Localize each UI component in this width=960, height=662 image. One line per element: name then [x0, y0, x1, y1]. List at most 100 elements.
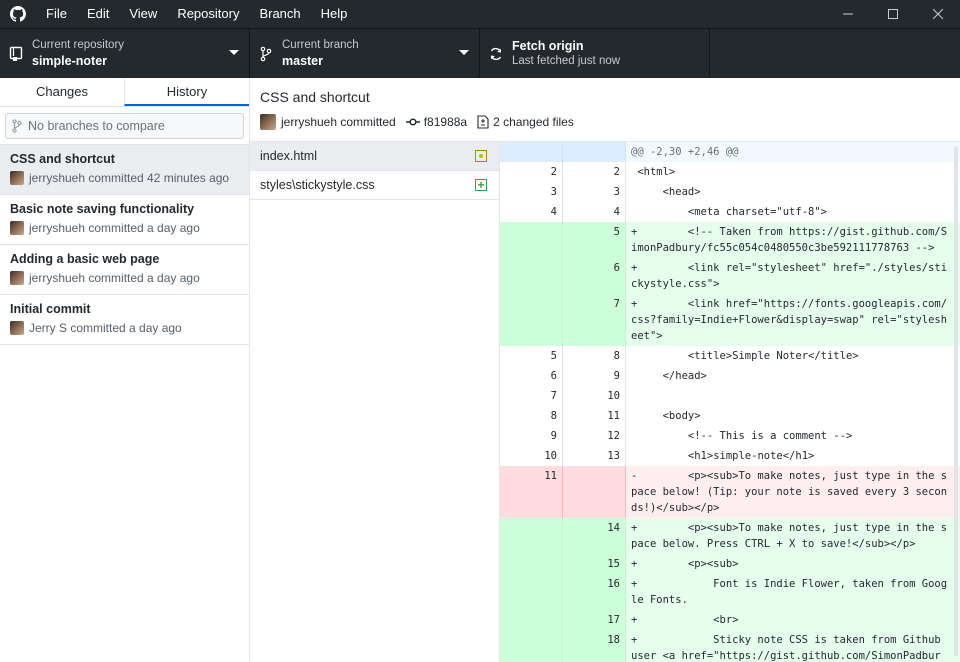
avatar [10, 321, 24, 335]
diff-line[interactable]: 58 <title>Simple Noter</title> [500, 346, 960, 366]
commit-summary: CSS and shortcut jerryshueh committed f8… [250, 78, 960, 142]
diff-line[interactable]: 44 <meta charset="utf-8"> [500, 202, 960, 222]
diff-code: + Font is Indie Flower, taken from Googl… [631, 578, 948, 606]
current-repository-button[interactable]: Current repository simple-noter [0, 29, 250, 78]
toolbar: Current repository simple-noter Current … [0, 28, 960, 78]
commit-item-author-time: jerryshueh committed a day ago [29, 271, 200, 285]
diff-code: + <p><sub>To make notes, just type in th… [631, 522, 948, 550]
new-line-number: 17 [563, 610, 626, 630]
file-item[interactable]: index.html [250, 142, 499, 171]
new-line-number [563, 142, 626, 162]
diff-line[interactable]: @@ -2,30 +2,46 @@ [500, 142, 960, 162]
avatar [10, 271, 24, 285]
diff-line[interactable]: 9 12 <!-- This is a comment --> [500, 426, 960, 446]
commit-sha[interactable]: f81988a [405, 115, 467, 129]
old-line-number [500, 610, 563, 630]
commit-title: CSS and shortcut [260, 89, 370, 105]
fetch-label: Fetch origin [512, 39, 584, 53]
repo-name: simple-noter [32, 54, 108, 68]
menu-item-branch[interactable]: Branch [249, 0, 310, 28]
commit-item-title: CSS and shortcut [10, 152, 115, 166]
menu-item-file[interactable]: File [36, 0, 77, 28]
commit-list-item[interactable]: Basic note saving functionality jerryshue… [0, 195, 249, 245]
diff-code: <!-- This is a comment --> [631, 430, 853, 442]
diff-code: <meta charset="utf-8"> [631, 206, 827, 218]
diff-line[interactable]: 33 <head> [500, 182, 960, 202]
commit-list-item[interactable]: Adding a basic web page jerryshueh commit… [0, 245, 249, 295]
diff-scrollbar[interactable] [954, 146, 958, 656]
diff-line[interactable]: 17 + <br> [500, 610, 960, 630]
old-line-number [500, 518, 563, 554]
diff-code: + <p><sub> [631, 558, 739, 570]
diff-line[interactable]: 22 <html> [500, 162, 960, 182]
menu-item-repository[interactable]: Repository [167, 0, 249, 28]
diff-code: @@ -2,30 +2,46 @@ [631, 146, 739, 158]
diff-code: + <link href="https://fonts.googleapis.c… [631, 298, 948, 342]
diff-line[interactable]: 7 + <link href="https://fonts.googleapis.… [500, 294, 960, 346]
diff-line[interactable]: 11 - <p><sub>To make notes, just type in … [500, 466, 960, 518]
commit-item-author-time: jerryshueh committed 42 minutes ago [29, 171, 230, 185]
changed-files-count: 2 changed files [477, 115, 574, 129]
diff-code: + Sticky note CSS is taken from Github u… [631, 634, 941, 662]
new-line-number: 16 [563, 574, 626, 610]
sync-icon [480, 47, 512, 61]
compare-placeholder: No branches to compare [28, 119, 165, 133]
file-item[interactable]: styles\stickystyle.css + [250, 171, 499, 200]
menu-item-view[interactable]: View [119, 0, 167, 28]
diff-line[interactable]: 15 + <p><sub> [500, 554, 960, 574]
new-line-number: 18 [563, 630, 626, 662]
diff-code: <h1>simple-note</h1> [631, 450, 815, 462]
avatar [260, 114, 276, 130]
commit-item-meta: jerryshueh committed a day ago [10, 221, 239, 235]
maximize-icon[interactable] [870, 0, 915, 28]
diff-line[interactable]: 69 </head> [500, 366, 960, 386]
old-line-number [500, 258, 563, 294]
old-line-number: 6 [500, 366, 563, 386]
fetch-origin-button[interactable]: Fetch origin Last fetched just now [480, 29, 710, 78]
new-line-number: 13 [563, 446, 626, 466]
diff-code: <body> [631, 410, 701, 422]
file-modified-icon [475, 150, 487, 162]
diff-view[interactable]: @@ -2,30 +2,46 @@ 2 2 <html> 3 3 <head> 4 4 <m… [500, 142, 960, 662]
minimize-icon[interactable] [825, 0, 870, 28]
old-line-number [500, 222, 563, 258]
new-line-number: 3 [563, 182, 626, 202]
commit-item-meta: jerryshueh committed a day ago [10, 271, 239, 285]
sidebar: Changes History No branches to compare C… [0, 78, 250, 662]
old-line-number [500, 142, 563, 162]
commit-list-item[interactable]: Initial commit Jerry S committed a day ag… [0, 295, 249, 345]
close-icon[interactable] [915, 0, 960, 28]
tab-history[interactable]: History [124, 78, 249, 106]
new-line-number: 7 [563, 294, 626, 346]
new-line-number: 8 [563, 346, 626, 366]
menu-item-help[interactable]: Help [311, 0, 358, 28]
old-line-number: 2 [500, 162, 563, 182]
diff-line[interactable]: 18 + Sticky note CSS is taken from Github… [500, 630, 960, 662]
file-path: index.html [260, 149, 317, 163]
diff-line[interactable]: 5 + <!-- Taken from https://gist.github.c… [500, 222, 960, 258]
diff-line[interactable]: 16 + Font is Indie Flower, taken from Goo… [500, 574, 960, 610]
old-line-number: 9 [500, 426, 563, 446]
diff-code: + <!-- Taken from https://gist.github.co… [631, 226, 948, 254]
old-line-number [500, 574, 563, 610]
old-line-number [500, 294, 563, 346]
old-line-number: 3 [500, 182, 563, 202]
commit-list-item[interactable]: CSS and shortcut jerryshueh committed 42 … [0, 145, 249, 195]
current-branch-button[interactable]: Current branch master [250, 29, 480, 78]
chevron-down-icon [459, 50, 469, 55]
diff-line[interactable]: 7 10 [500, 386, 960, 406]
tab-changes[interactable]: Changes [0, 78, 124, 106]
github-logo-icon [0, 0, 36, 28]
file-path: styles\stickystyle.css [260, 178, 375, 192]
menu-item-edit[interactable]: Edit [77, 0, 119, 28]
menu-bar: File Edit View Repository Branch Help [36, 0, 357, 28]
diff-line[interactable]: 14 + <p><sub>To make notes, just type in … [500, 518, 960, 554]
old-line-number: 11 [500, 466, 563, 518]
diff-line[interactable]: 8 11 <body> [500, 406, 960, 426]
diff-code: - <p><sub>To make notes, just type in th… [631, 470, 948, 514]
compare-branch-input[interactable]: No branches to compare [5, 113, 244, 139]
diff-line[interactable]: 10 13 <h1>simple-note</h1> [500, 446, 960, 466]
diff-line[interactable]: 6 + <link rel="stylesheet" href="./styles… [500, 258, 960, 294]
git-commit-icon [405, 118, 420, 126]
new-line-number: 5 [563, 222, 626, 258]
